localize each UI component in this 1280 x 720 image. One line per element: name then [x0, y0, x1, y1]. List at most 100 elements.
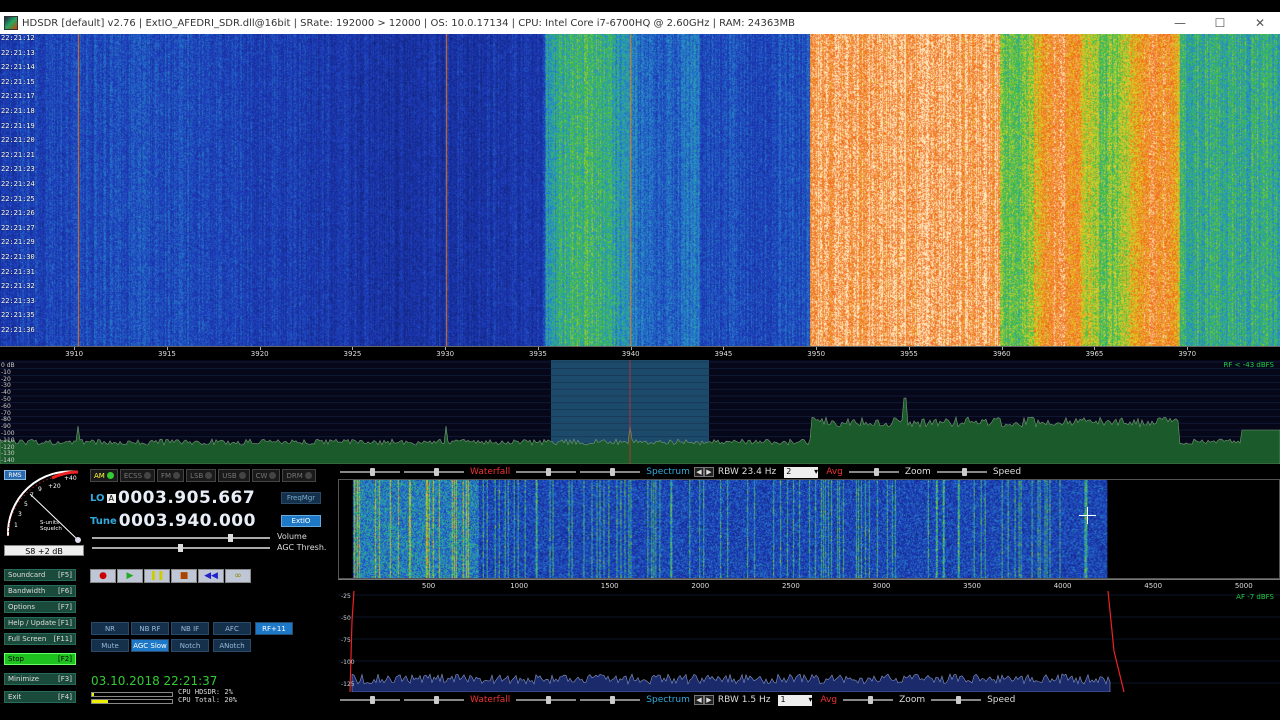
waterfall-contrast-slider[interactable]: [340, 468, 400, 476]
af-db-label: -75: [341, 637, 351, 644]
record-button[interactable]: ●: [90, 569, 116, 583]
rf-tick-label: 3915: [158, 350, 176, 358]
af-spectrum-brightness-slider[interactable]: [580, 696, 641, 704]
speed-slider[interactable]: [936, 468, 987, 476]
volume-thumb[interactable]: [228, 534, 233, 542]
crosshair-cursor-icon: [1079, 507, 1096, 524]
help-update-button[interactable]: Help / Update [F1]: [4, 617, 76, 629]
mode-label: LSB: [190, 471, 204, 480]
dsp-notch-button[interactable]: Notch: [171, 639, 209, 652]
dsp-agc-slow-button[interactable]: AGC Slow: [131, 639, 169, 652]
dsp-mute-button[interactable]: Mute: [91, 639, 129, 652]
mode-ecss[interactable]: ECSS: [119, 469, 156, 482]
af-zoom-slider[interactable]: [843, 696, 894, 704]
af-spectrum-contrast-slider[interactable]: [516, 696, 577, 704]
af-rbw-right-arrow[interactable]: ▶: [703, 695, 714, 705]
button-shortcut: [F3]: [58, 675, 72, 683]
dsp-rf-11-button[interactable]: RF+11: [255, 622, 293, 635]
record-icon: ●: [99, 571, 107, 581]
agc-thresh-label: AGC Thresh.: [277, 543, 327, 552]
cpu-hdsdr-label: CPU HDSDR: 2%: [178, 688, 233, 696]
rf-tick-label: 3945: [714, 350, 733, 358]
extio-button[interactable]: ExtIO: [281, 515, 321, 527]
button-shortcut: [F6]: [58, 587, 72, 595]
maximize-button[interactable]: ☐: [1200, 12, 1240, 34]
avg-select[interactable]: 2 ▾: [784, 466, 819, 478]
rbw-left-arrow[interactable]: ◀: [693, 467, 704, 477]
rms-button[interactable]: RMS: [4, 470, 26, 480]
dsp-anotch-button[interactable]: ANotch: [213, 639, 251, 652]
freqmgr-button[interactable]: FreqMgr: [281, 492, 321, 504]
af-speed-slider[interactable]: [931, 696, 982, 704]
lo-ab-toggle[interactable]: A: [106, 493, 117, 503]
rf-tick-label: 3920: [250, 350, 269, 358]
waterfall-time-label: 22:21:32: [1, 282, 35, 291]
rf-tick: [816, 347, 818, 350]
minimize-button[interactable]: —: [1160, 12, 1200, 34]
mode-indicator-icon: [205, 472, 213, 479]
rf-tick-label: 3940: [621, 350, 640, 358]
rf-level-readout: RF < -43 dBFS: [1223, 361, 1274, 369]
agc-threshold-thumb[interactable]: [178, 544, 183, 552]
af-avg-select[interactable]: 1 ▾: [778, 694, 813, 706]
play-button[interactable]: ▶: [117, 569, 143, 583]
tune-frequency-display[interactable]: 0003.940.000: [119, 511, 256, 531]
cpu-hdsdr-bar: [91, 692, 173, 697]
zoom-slider[interactable]: [848, 468, 899, 476]
stop-button[interactable]: Stop [F2]: [4, 653, 76, 665]
rf-tick-label: 3960: [992, 350, 1011, 358]
close-button[interactable]: ✕: [1240, 12, 1280, 34]
af-tick-label: 3500: [963, 582, 981, 590]
soundcard-button[interactable]: Soundcard [F5]: [4, 569, 76, 581]
spectrum-contrast-slider[interactable]: [516, 468, 577, 476]
rf-waterfall[interactable]: [0, 34, 1280, 346]
af-waterfall-contrast-slider[interactable]: [340, 696, 400, 704]
waterfall-label: Waterfall: [470, 467, 511, 477]
waterfall-time-labels: 22:21:12 22:21:13 22:21:14 22:21:15 22:21:17…: [0, 34, 36, 346]
mode-usb[interactable]: USB: [218, 469, 250, 482]
full-screen-button[interactable]: Full Screen [F11]: [4, 633, 76, 645]
af-frequency-axis[interactable]: 500 1000 1500 2000 2500 3000 3500 4000 4500 5000: [338, 579, 1280, 591]
rf-spectrum[interactable]: [0, 360, 1280, 464]
af-waterfall-brightness-slider[interactable]: [404, 696, 464, 704]
agc-threshold-slider[interactable]: [92, 544, 270, 552]
dsp-nr-button[interactable]: NR: [91, 622, 129, 635]
waterfall-time-label: 22:21:17: [1, 92, 35, 101]
svg-text:1: 1: [14, 522, 18, 529]
rf-frequency-axis[interactable]: 3910 3915 3920 3925 3930 3935 3940 3945 3950 3955…: [0, 346, 1280, 360]
waterfall-time-label: 22:21:26: [1, 209, 35, 218]
exit-button[interactable]: Exit [F4]: [4, 691, 76, 703]
filter-high-edge[interactable]: [1107, 591, 1125, 692]
bandwidth-button[interactable]: Bandwidth [F6]: [4, 585, 76, 597]
af-spectrum[interactable]: [338, 591, 1280, 692]
pause-button[interactable]: ❚❚: [144, 569, 170, 583]
loop-button[interactable]: ∞: [225, 569, 251, 583]
options-button[interactable]: Options [F7]: [4, 601, 76, 613]
mode-drm[interactable]: DRM: [282, 469, 316, 482]
waterfall-time-label: 22:21:12: [1, 34, 35, 42]
stop-button[interactable]: ■: [171, 569, 197, 583]
mode-fm[interactable]: FM: [157, 469, 185, 482]
waterfall-brightness-slider[interactable]: [404, 468, 464, 476]
af-tick-label: 1000: [510, 582, 529, 590]
af-zoom-label: Zoom: [899, 695, 926, 705]
lo-frequency-display[interactable]: 0003.905.667: [118, 488, 255, 508]
minimize-button[interactable]: Minimize [F3]: [4, 673, 76, 685]
mode-am[interactable]: AM: [90, 469, 118, 482]
af-rbw-left-arrow[interactable]: ◀: [693, 695, 704, 705]
af-waterfall[interactable]: [338, 479, 1280, 579]
rbw-right-arrow[interactable]: ▶: [703, 467, 714, 477]
dsp-nb-if-button[interactable]: NB IF: [171, 622, 209, 635]
mode-cw[interactable]: CW: [251, 469, 281, 482]
mode-lsb[interactable]: LSB: [186, 469, 217, 482]
pause-icon: ❚❚: [149, 571, 165, 581]
volume-slider[interactable]: [92, 534, 270, 542]
af-tick-label: 4500: [1144, 582, 1163, 590]
mode-indicator-icon: [106, 472, 114, 479]
rewind-button[interactable]: ◀◀: [198, 569, 224, 583]
af-tick-label: 2500: [781, 582, 800, 590]
af-waterfall-label: Waterfall: [470, 695, 511, 705]
spectrum-brightness-slider[interactable]: [580, 468, 641, 476]
dsp-afc-button[interactable]: AFC: [213, 622, 251, 635]
dsp-nb-rf-button[interactable]: NB RF: [131, 622, 169, 635]
